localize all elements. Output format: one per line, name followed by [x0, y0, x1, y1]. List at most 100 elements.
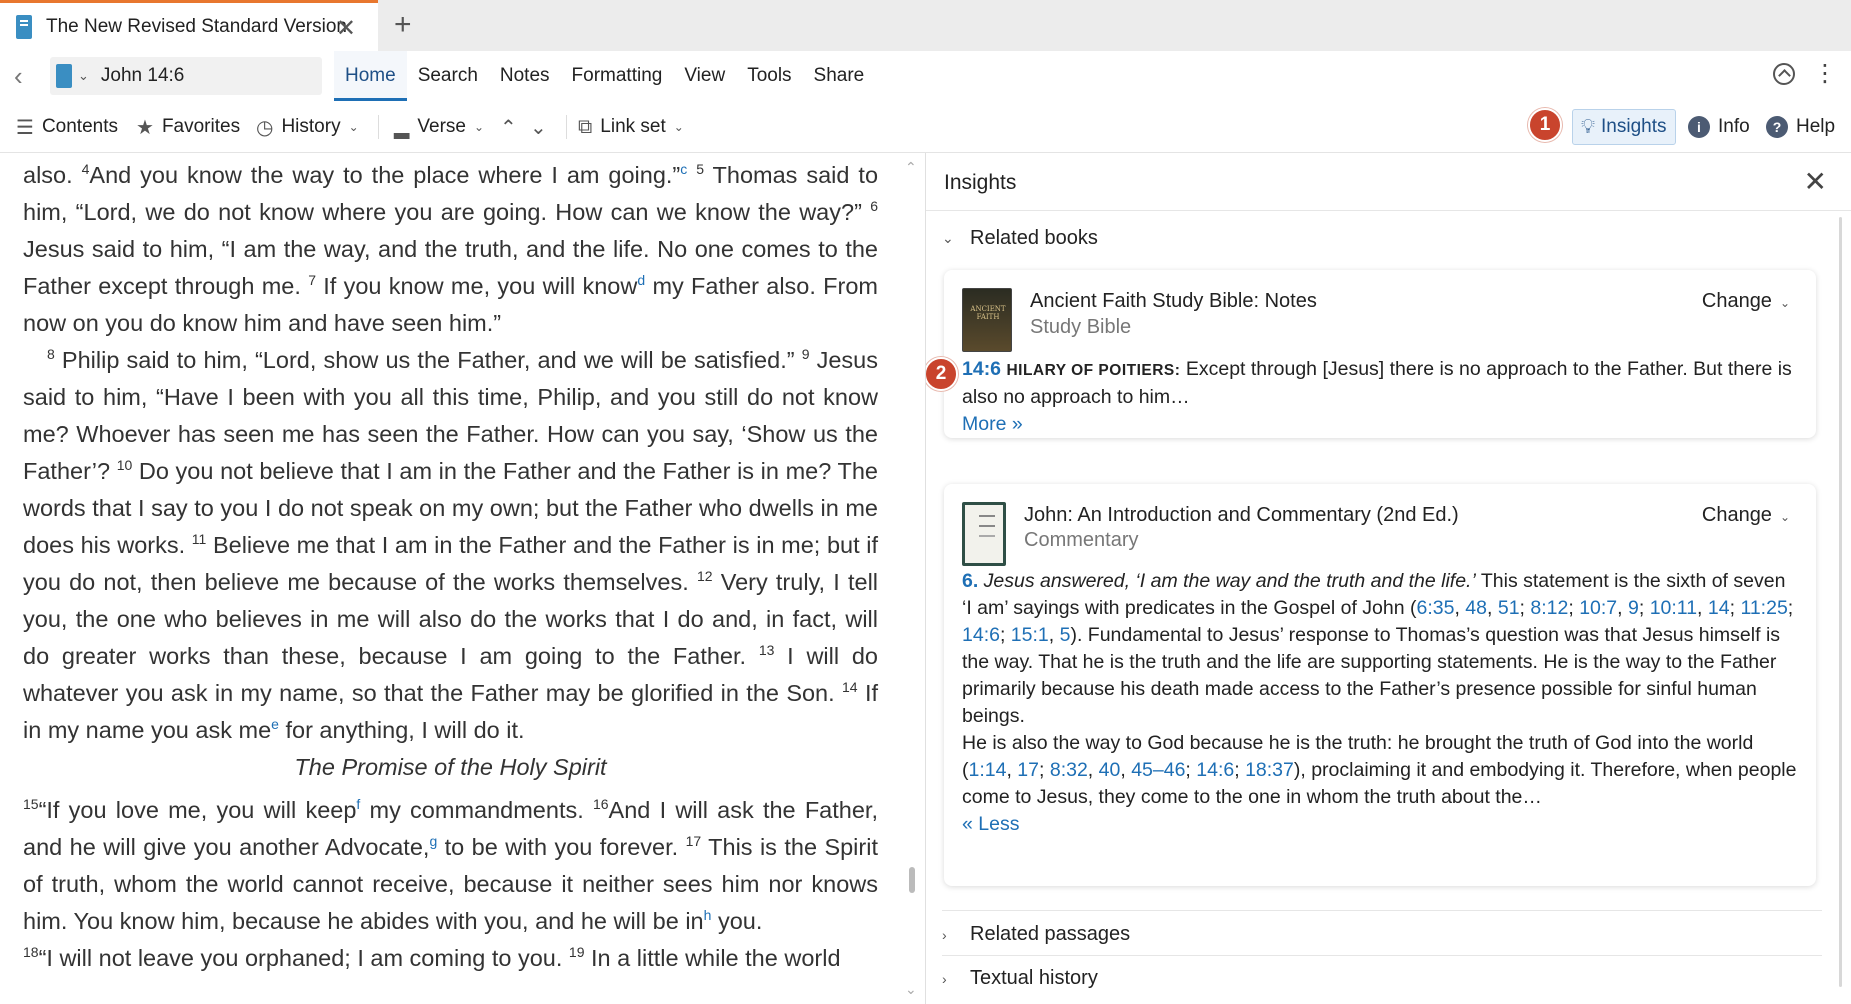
quoted-verse: Jesus answered, ‘I am the way and the tr… — [978, 570, 1476, 592]
resource-book-icon — [56, 64, 72, 88]
book-type: Commentary — [1024, 529, 1139, 551]
scroll-down-icon[interactable]: ⌄ — [905, 981, 917, 998]
verse-number[interactable]: 12 — [697, 568, 713, 584]
link-set-dropdown[interactable]: ⧉ Link set ⌄ — [578, 101, 684, 153]
change-book-button[interactable]: Change ⌄ — [1702, 504, 1790, 527]
commentary-text: , — [1006, 759, 1018, 781]
more-link[interactable]: More » — [962, 413, 1023, 435]
chevron-down-icon: ⌄ — [473, 120, 485, 134]
verse-number[interactable]: 13 — [759, 642, 775, 658]
verse-number[interactable]: 11 — [192, 531, 207, 547]
book-type: Study Bible — [1030, 316, 1132, 338]
info-icon: i — [1688, 116, 1710, 138]
more-options-icon[interactable]: ⋮ — [1813, 62, 1837, 86]
verse-number[interactable]: 16 — [593, 796, 609, 812]
verse-text: If you know me, you will know — [315, 273, 638, 299]
panel-scrollbar[interactable] — [1839, 217, 1842, 987]
cross-reference-link[interactable]: 40 — [1099, 759, 1121, 781]
cross-reference-link[interactable]: 8:32 — [1050, 759, 1088, 781]
book-title[interactable]: John: An Introduction and Commentary (2n… — [1024, 504, 1459, 527]
cross-reference-link[interactable]: 51 — [1498, 597, 1520, 619]
next-verse-button[interactable]: ⌄ — [530, 101, 547, 153]
cross-reference-link[interactable]: 1:14 — [969, 759, 1007, 781]
back-arrow-icon[interactable]: ‹ — [14, 61, 23, 92]
close-tab-icon[interactable]: ✕ — [336, 14, 356, 43]
commentary-text: ; — [1519, 597, 1531, 619]
commentary-text: , — [1048, 624, 1060, 646]
scroll-up-icon[interactable]: ⌃ — [905, 159, 917, 176]
verse-number[interactable]: 19 — [569, 944, 585, 960]
footnote-marker[interactable]: e — [271, 716, 279, 732]
insights-button[interactable]: 💡︎ Insights — [1572, 109, 1676, 145]
scrollbar-thumb[interactable] — [909, 867, 915, 893]
verse-number[interactable]: 6 — [870, 198, 878, 214]
tab-view[interactable]: View — [673, 51, 736, 101]
cross-reference-link[interactable]: 18:37 — [1245, 759, 1294, 781]
cross-reference-link[interactable]: 48 — [1465, 597, 1487, 619]
reference-box[interactable]: ⌄ John 14:6 — [50, 57, 322, 95]
commentary-text: ; — [1638, 597, 1650, 619]
tab-home[interactable]: Home — [334, 51, 407, 101]
verse-number[interactable]: 15 — [23, 796, 39, 812]
close-panel-icon[interactable]: ✕ — [1804, 165, 1827, 198]
related-books-toggle[interactable]: ⌄ Related books — [942, 227, 1098, 250]
cross-reference-link[interactable]: 10:11 — [1650, 597, 1697, 619]
bible-reader-pane[interactable]: also. 4And you know the way to the place… — [0, 153, 925, 1004]
chevron-down-icon: ⌄ — [1779, 296, 1790, 310]
info-button[interactable]: i Info — [1688, 101, 1750, 153]
footnote-marker[interactable]: d — [637, 272, 645, 288]
verse-number[interactable]: 10 — [117, 457, 133, 473]
cross-reference-link[interactable]: 9 — [1628, 597, 1639, 619]
cross-reference-link[interactable]: 45–46 — [1131, 759, 1185, 781]
reference-input[interactable]: John 14:6 — [101, 65, 184, 87]
tab-title: The New Revised Standard Version — [46, 16, 347, 37]
tab-search[interactable]: Search — [407, 51, 489, 101]
cross-reference-link[interactable]: 15:1 — [1011, 624, 1049, 646]
insight-excerpt: 14:6 HILARY OF POITIERS: Except through … — [962, 358, 1792, 435]
cross-reference-link[interactable]: 14:6 — [1196, 759, 1234, 781]
verse-number[interactable]: 18 — [23, 944, 39, 960]
verse-text: you. — [711, 908, 763, 934]
verse-text: “If you love me, you will keep — [38, 797, 357, 823]
book-cover-image[interactable] — [962, 288, 1012, 352]
textual-history-toggle[interactable]: › Textual history — [942, 967, 1098, 990]
history-button[interactable]: ◷ History ⌄ — [256, 101, 359, 153]
change-book-button[interactable]: Change ⌄ — [1702, 290, 1790, 313]
cross-reference-link[interactable]: 5 — [1060, 624, 1071, 646]
verse-number[interactable]: 17 — [686, 833, 702, 849]
cross-reference-link[interactable]: 14:6 — [962, 624, 1000, 646]
cross-reference-link[interactable]: 17 — [1017, 759, 1039, 781]
cross-reference-link[interactable]: 6:35 — [1417, 597, 1455, 619]
cross-reference-link[interactable]: 14 — [1708, 597, 1730, 619]
verse-number[interactable]: 14 — [842, 679, 858, 695]
new-tab-icon[interactable]: + — [394, 8, 412, 42]
commentary-text: , — [1120, 759, 1132, 781]
book-cover-image[interactable] — [962, 502, 1006, 566]
verse-number[interactable]: 5 — [696, 161, 704, 177]
section-heading: The Promise of the Holy Spirit — [294, 754, 607, 780]
favorites-button[interactable]: ★ Favorites — [136, 101, 240, 153]
collapse-ribbon-icon[interactable] — [1773, 63, 1795, 85]
chevron-down-icon[interactable]: ⌄ — [78, 68, 89, 84]
book-title[interactable]: Ancient Faith Study Bible: Notes — [1030, 290, 1317, 313]
paragraph-number: 6. — [962, 570, 979, 592]
help-button[interactable]: ? Help — [1766, 101, 1835, 153]
verse-number[interactable]: 7 — [308, 272, 316, 288]
less-link[interactable]: « Less — [962, 813, 1019, 835]
cross-reference-link[interactable]: 8:12 — [1530, 597, 1568, 619]
verse-number[interactable]: 8 — [47, 346, 55, 362]
tab-tools[interactable]: Tools — [736, 51, 802, 101]
document-tab[interactable]: The New Revised Standard Version ✕ — [0, 0, 378, 51]
previous-verse-button[interactable]: ⌃ — [500, 101, 517, 153]
related-passages-toggle[interactable]: › Related passages — [942, 923, 1130, 946]
verse-link[interactable]: 14:6 — [962, 358, 1001, 380]
tab-share[interactable]: Share — [803, 51, 876, 101]
cross-reference-link[interactable]: 11:25 — [1740, 597, 1787, 619]
tab-notes[interactable]: Notes — [489, 51, 561, 101]
paragraph: also. 4And you know the way to the place… — [23, 157, 878, 342]
contents-button[interactable]: ☰ Contents — [16, 101, 118, 153]
tab-formatting[interactable]: Formatting — [561, 51, 674, 101]
verse-dropdown[interactable]: ▂ Verse ⌄ — [394, 101, 484, 153]
cross-reference-link[interactable]: 10:7 — [1579, 597, 1617, 619]
commentary-text: , — [1454, 597, 1466, 619]
